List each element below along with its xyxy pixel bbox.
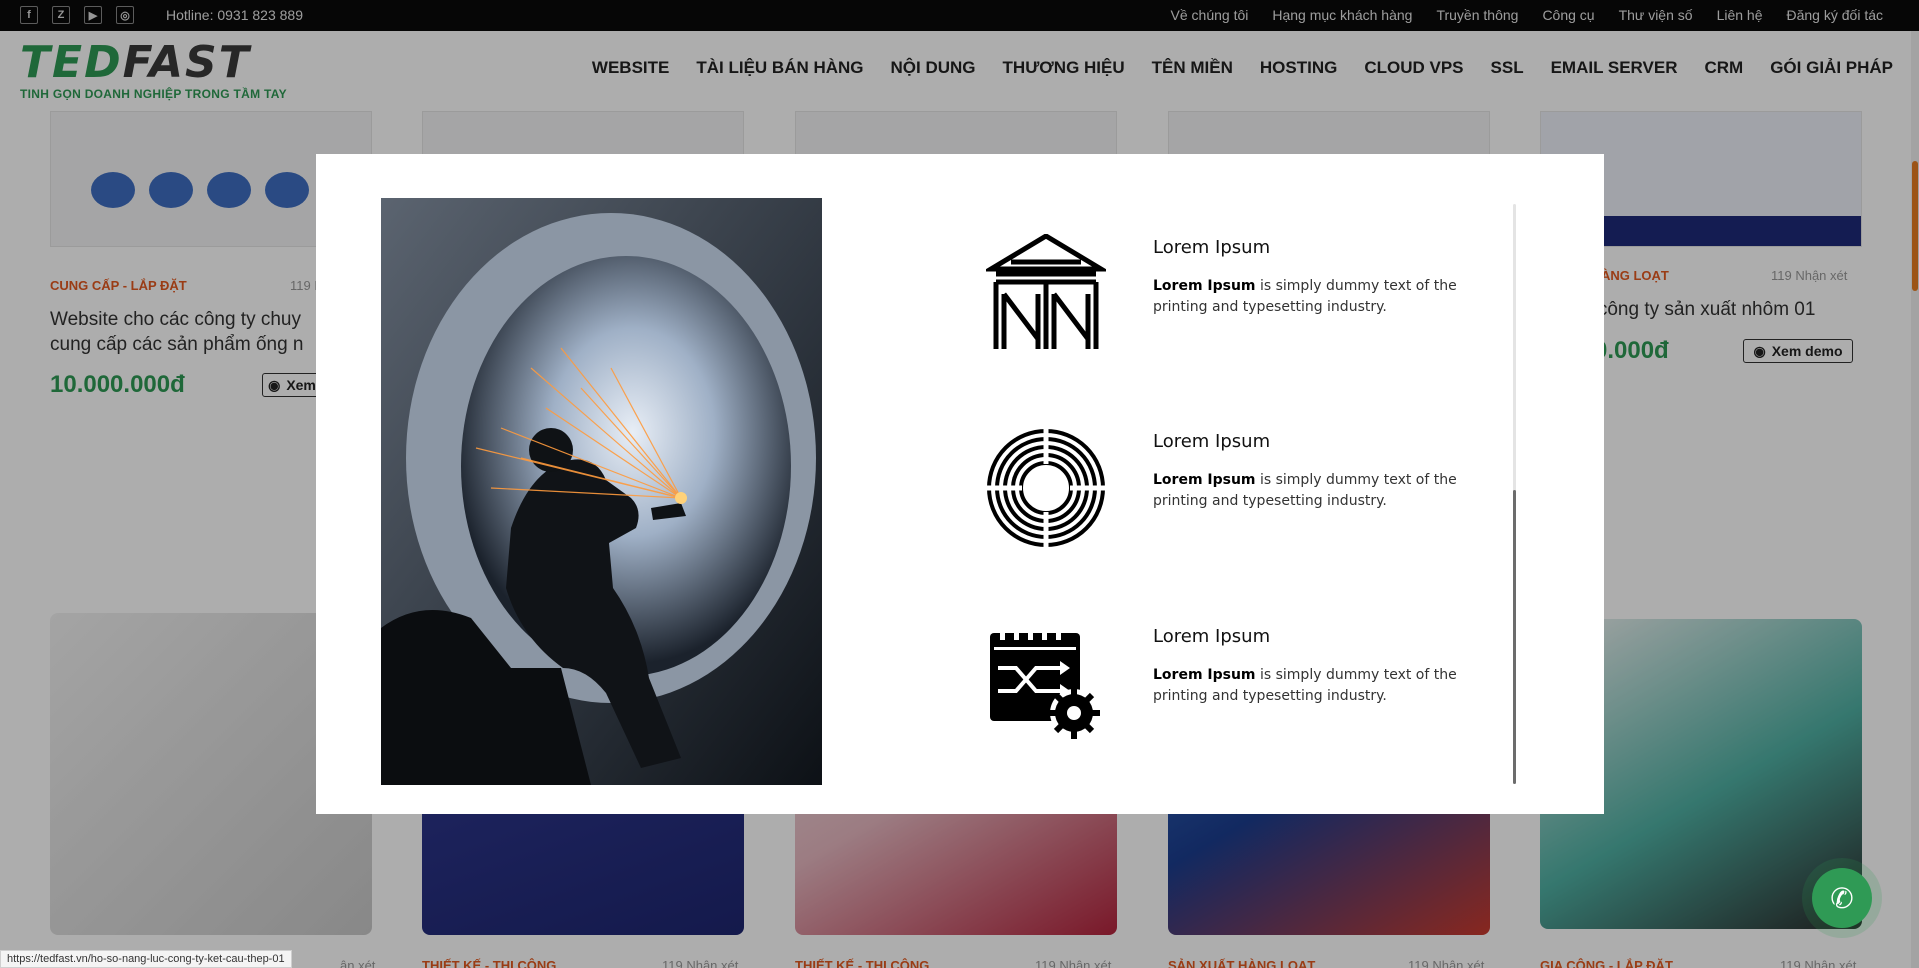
modal-scroll-thumb[interactable] [1513,490,1516,784]
coil-icon [986,428,1106,548]
warehouse-icon [981,233,1111,354]
feature-item: Lorem Ipsum Lorem Ipsum is simply dummy … [986,428,1506,568]
call-button[interactable]: ✆ [1812,868,1872,928]
calendar-gear-icon [986,623,1106,743]
welder-photo [381,198,822,785]
phone-icon: ✆ [1830,882,1854,914]
feature-modal: Lorem Ipsum Lorem Ipsum is simply dummy … [316,154,1604,814]
feature-text: Lorem Ipsum is simply dummy text of the … [1153,278,1457,315]
modal-scrollbar[interactable] [1513,204,1516,784]
feature-title: Lorem Ipsum [1153,431,1271,452]
feature-title: Lorem Ipsum [1153,237,1271,258]
status-url: https://tedfast.vn/ho-so-nang-luc-cong-t… [0,950,292,968]
feature-title: Lorem Ipsum [1153,626,1271,647]
feature-item: Lorem Ipsum Lorem Ipsum is simply dummy … [981,233,1506,374]
feature-item: Lorem Ipsum Lorem Ipsum is simply dummy … [986,623,1506,763]
feature-text: Lorem Ipsum is simply dummy text of the … [1153,472,1457,509]
feature-text: Lorem Ipsum is simply dummy text of the … [1153,667,1457,704]
